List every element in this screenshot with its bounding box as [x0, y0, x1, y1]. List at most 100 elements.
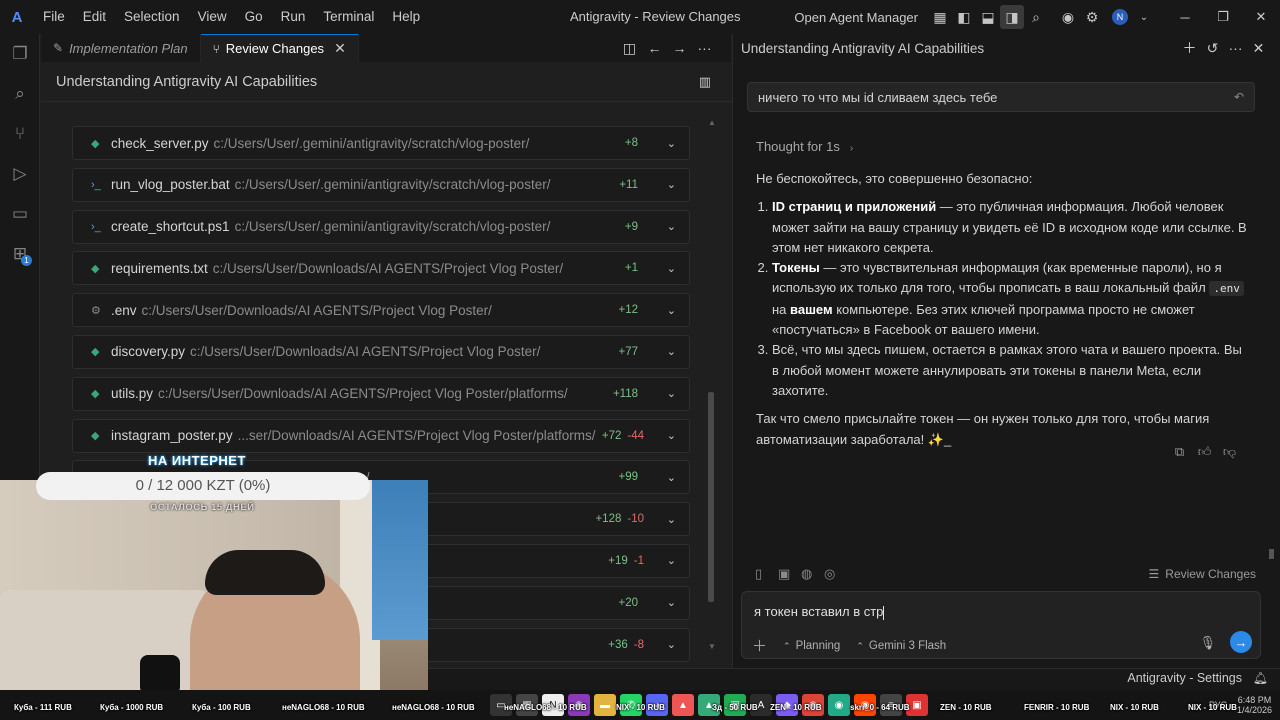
file-row[interactable]: ›_ create_shortcut.ps1 c:/Users/User/.gemi…: [72, 209, 690, 244]
app-icon[interactable]: ◆: [776, 694, 798, 716]
gear-icon[interactable]: ⚙: [1080, 5, 1104, 29]
thought-toggle[interactable]: Thought for 1s ›: [756, 139, 853, 154]
toggle-panel-icon[interactable]: ⬓: [976, 5, 1000, 29]
close-icon[interactable]: ✕: [334, 40, 346, 57]
extensions-icon[interactable]: ⊞ 1: [0, 234, 40, 274]
arrow-left-icon[interactable]: ←: [642, 40, 667, 56]
folder-icon[interactable]: ▬: [594, 694, 616, 716]
mode-dropdown[interactable]: ⌃ Planning: [783, 640, 840, 652]
chevron-down-icon[interactable]: ⌄: [667, 429, 676, 442]
app-icon[interactable]: ▣: [724, 694, 746, 716]
chevron-down-icon[interactable]: ⌄: [667, 638, 676, 651]
chevron-down-icon[interactable]: ⌄: [667, 262, 676, 275]
notion-icon[interactable]: N: [542, 694, 564, 716]
chevron-down-icon[interactable]: ⌄: [667, 471, 676, 484]
app-icon[interactable]: ▲: [698, 694, 720, 716]
columns-icon[interactable]: ▥: [699, 74, 711, 90]
scrollbar[interactable]: [708, 392, 714, 602]
more-actions-icon[interactable]: ···: [1224, 40, 1247, 56]
menu-view[interactable]: View: [189, 0, 236, 34]
review-changes-button[interactable]: ☰ Review Changes: [1149, 567, 1256, 581]
restore-button[interactable]: ❐: [1204, 9, 1242, 25]
layout-grid-icon[interactable]: ▦: [928, 5, 952, 29]
bell-icon[interactable]: 🔔︎: [1253, 671, 1268, 685]
scroll-down-icon[interactable]: ▼: [708, 642, 716, 651]
model-dropdown[interactable]: ⌃ Gemini 3 Flash: [856, 640, 946, 652]
app-icon[interactable]: ▦: [516, 694, 538, 716]
file-row[interactable]: ◆ check_server.py c:/Users/User/.gemini/an…: [72, 126, 690, 160]
chevron-down-icon[interactable]: ⌄: [667, 137, 676, 150]
app-icon[interactable]: ◉: [828, 694, 850, 716]
menu-edit[interactable]: Edit: [74, 0, 115, 34]
search-icon[interactable]: ⌕: [1024, 5, 1048, 29]
send-button[interactable]: →: [1230, 631, 1252, 653]
copy-icon[interactable]: ⧉: [1167, 444, 1192, 460]
thumbs-up-icon[interactable]: 👍︎: [1192, 444, 1217, 460]
close-icon[interactable]: ✕: [1247, 40, 1270, 57]
app-icon[interactable]: ◉: [854, 694, 876, 716]
browser-icon[interactable]: ◍: [801, 566, 824, 582]
explorer-icon[interactable]: ❐: [0, 34, 40, 74]
tab-review-changes[interactable]: ⑂ Review Changes ✕: [200, 34, 359, 62]
file-row[interactable]: ◆ instagram_poster.py ...ser/Downloads/AI …: [72, 418, 690, 453]
chevron-down-icon[interactable]: ⌄: [667, 304, 676, 317]
app-icon[interactable]: ▣: [906, 694, 928, 716]
menu-terminal[interactable]: Terminal: [314, 0, 383, 34]
menu-file[interactable]: File: [34, 0, 74, 34]
split-editor-icon[interactable]: ◫: [617, 40, 642, 57]
chevron-down-icon[interactable]: ⌄: [1132, 5, 1156, 29]
whatsapp-icon[interactable]: ✆: [620, 694, 642, 716]
undo-icon[interactable]: ↶: [1234, 90, 1244, 104]
settings-status-item[interactable]: Antigravity - Settings: [1127, 671, 1242, 685]
menu-go[interactable]: Go: [236, 0, 272, 34]
avatar[interactable]: N: [1112, 9, 1128, 25]
run-debug-icon[interactable]: ▷: [0, 154, 40, 194]
scrollbar[interactable]: [1269, 549, 1274, 559]
close-window-button[interactable]: ✕: [1242, 9, 1280, 25]
minimize-button[interactable]: ─: [1166, 10, 1204, 25]
chevron-down-icon[interactable]: ⌄: [667, 513, 676, 526]
chevron-down-icon[interactable]: ⌄: [667, 220, 676, 233]
clock[interactable]: 6:48 PM 1/4/2026: [1237, 695, 1272, 715]
source-control-icon[interactable]: ⑂: [0, 114, 40, 154]
history-icon[interactable]: ↺: [1201, 40, 1224, 57]
app-icon[interactable]: ▲: [672, 694, 694, 716]
chevron-down-icon[interactable]: ⌄: [667, 387, 676, 400]
plus-icon[interactable]: ＋: [1178, 38, 1201, 58]
antigravity-icon[interactable]: A: [750, 694, 772, 716]
chevron-down-icon[interactable]: ⌄: [667, 554, 676, 567]
chevron-down-icon[interactable]: ⌄: [667, 178, 676, 191]
taskview-icon[interactable]: ▭: [490, 694, 512, 716]
chevron-down-icon[interactable]: ⌄: [667, 345, 676, 358]
open-agent-manager-button[interactable]: Open Agent Manager: [794, 10, 918, 25]
user-message[interactable]: ничего то что мы id сливаем здесь тебе ↶: [747, 82, 1255, 112]
toggle-primary-sidebar-icon[interactable]: ◧: [952, 5, 976, 29]
chat-input-field[interactable]: я токен вставил в стр: [754, 604, 885, 620]
menu-selection[interactable]: Selection: [115, 0, 189, 34]
file-row[interactable]: ◆ utils.py c:/Users/User/Downloads/AI AGEN…: [72, 376, 690, 411]
file-icon[interactable]: ▯: [755, 566, 778, 582]
microphone-icon[interactable]: 🎙︎: [1199, 635, 1216, 651]
file-row[interactable]: ◆ requirements.txt c:/Users/User/Downloads…: [72, 251, 690, 286]
language-indicator[interactable]: РУС: [1209, 700, 1227, 710]
app-icon[interactable]: ◉: [568, 694, 590, 716]
menu-run[interactable]: Run: [272, 0, 315, 34]
chat-input[interactable]: я токен вставил в стр ＋ ⌃ Planning ⌃ Gemin…: [741, 591, 1261, 659]
search-icon[interactable]: ⌕: [0, 74, 40, 114]
discord-icon[interactable]: ◕: [646, 694, 668, 716]
scroll-up-icon[interactable]: ▲: [708, 118, 716, 127]
file-row[interactable]: ›_ run_vlog_poster.bat c:/Users/User/.gemi…: [72, 167, 690, 202]
chrome-icon[interactable]: ◉: [1056, 5, 1080, 29]
menu-help[interactable]: Help: [383, 0, 429, 34]
tab-implementation-plan[interactable]: ✎ Implementation Plan: [41, 34, 201, 62]
file-row[interactable]: ◆ discovery.py c:/Users/User/Downloads/AI …: [72, 334, 690, 369]
chrome-icon[interactable]: ◉: [802, 694, 824, 716]
file-row[interactable]: ⚙ .env c:/Users/User/Downloads/AI AGENTS/P…: [72, 293, 690, 328]
thumbs-down-icon[interactable]: 👎︎: [1217, 444, 1242, 460]
chevron-down-icon[interactable]: ⌄: [667, 596, 676, 609]
app-icon[interactable]: ≡: [880, 694, 902, 716]
remote-explorer-icon[interactable]: ▭: [0, 194, 40, 234]
add-context-icon[interactable]: ＋: [752, 635, 767, 656]
more-actions-icon[interactable]: ···: [692, 40, 717, 56]
globe-icon[interactable]: ◎: [824, 566, 847, 582]
